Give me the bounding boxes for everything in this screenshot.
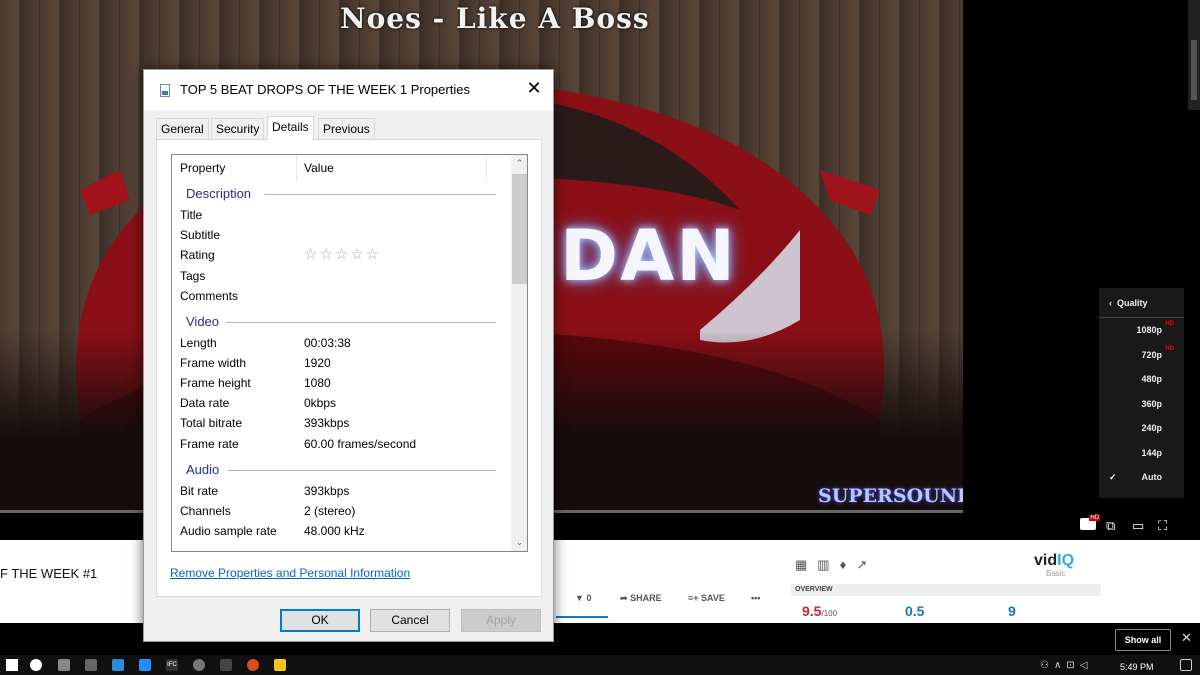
vidiq-plan: Basic (1046, 569, 1066, 578)
quality-option-auto[interactable]: ✓ Auto (1099, 465, 1184, 490)
screen: Noes - Like A Boss DAN SUPERSOUND ‹ Qual… (0, 0, 1200, 675)
video-title-text: F THE WEEK #1 (0, 566, 98, 581)
dialog-close-icon[interactable]: ✕ (524, 78, 544, 99)
property-list[interactable]: Property Value Description Title Subtitl… (171, 154, 528, 552)
notification-icon[interactable] (1180, 659, 1192, 671)
share-icon: ➦ (620, 593, 628, 603)
app-icon-2[interactable] (85, 659, 97, 671)
rating-stars-icon: ☆☆☆☆☆ (304, 246, 382, 263)
ifc-app-icon[interactable]: IFC (166, 659, 178, 671)
quality-option-480p[interactable]: 480p (1099, 367, 1184, 392)
show-all-button[interactable]: Show all (1115, 629, 1171, 651)
vidiq-logo: vidIQ (1034, 552, 1075, 569)
app-icon-4[interactable] (139, 659, 151, 671)
app-icon-3[interactable] (112, 659, 124, 671)
column-header-value[interactable]: Value (304, 161, 334, 175)
overview-header[interactable]: OVERVIEW (791, 584, 1101, 596)
section-audio: Audio (186, 462, 220, 477)
tab-details[interactable]: Details (267, 116, 314, 140)
twitter-icon[interactable]: ♦ (840, 557, 857, 572)
section-description: Description (186, 186, 252, 201)
up-arrow-icon: ∧ (1053, 660, 1067, 671)
column-header-property[interactable]: Property (180, 161, 225, 175)
miniplayer-icon[interactable]: ⧉ (1106, 518, 1115, 534)
app-icon-5[interactable] (193, 659, 205, 671)
apply-button[interactable]: Apply (461, 609, 541, 632)
property-row[interactable]: Total bitrate 393kbps (180, 416, 510, 436)
property-row[interactable]: Length 00:03:38 (180, 336, 510, 356)
vidiq-toolbar: ▦▥♦↗ (795, 557, 877, 573)
dialog-title: TOP 5 BEAT DROPS OF THE WEEK 1 Propertie… (180, 82, 470, 97)
tab-underline (556, 616, 608, 618)
network-icon: ⊡ (1066, 660, 1080, 671)
property-row-rating[interactable]: Rating ☆☆☆☆☆ (180, 246, 510, 268)
property-row[interactable]: Bit rate 393kbps (180, 484, 510, 504)
video-overlay-title: Noes - Like A Boss (340, 2, 650, 35)
more-actions-button[interactable]: ••• (751, 593, 760, 603)
property-row[interactable]: Comments (180, 289, 510, 309)
scroll-up-icon[interactable]: ⌃ (511, 155, 527, 172)
taskbar (0, 655, 1200, 675)
cortana-icon[interactable] (30, 659, 42, 671)
bar-chart-icon[interactable]: ▥ (817, 557, 839, 572)
details-panel: Property Value Description Title Subtitl… (156, 139, 542, 597)
property-row[interactable]: Tags (180, 269, 510, 289)
property-list-header: Property Value (172, 155, 512, 181)
quality-option-720p[interactable]: 720p HD (1099, 343, 1184, 368)
properties-dialog: TOP 5 BEAT DROPS OF THE WEEK 1 Propertie… (143, 69, 554, 642)
clock[interactable]: 5:49 PM (1120, 662, 1154, 672)
system-tray[interactable]: ⚇∧⊡◁ (1040, 660, 1092, 671)
chevron-left-icon: ‹ (1109, 298, 1112, 308)
check-icon: ✓ (1109, 472, 1117, 482)
dislike-button[interactable]: ▼ 0 (575, 593, 591, 603)
ok-button[interactable]: OK (280, 609, 360, 632)
thumbs-down-icon: ▼ (575, 593, 584, 603)
playlist-add-icon: ≡+ (688, 593, 699, 603)
quality-option-360p[interactable]: 360p (1099, 392, 1184, 417)
file-explorer-icon[interactable] (274, 659, 286, 671)
settings-hd-icon[interactable]: HD (1080, 515, 1100, 530)
quality-menu: ‹ Quality 1080p HD 720p HD 480p 360p 240p … (1099, 288, 1184, 498)
tab-security[interactable]: Security (211, 118, 265, 139)
watermark-logo: SUPERSOUND (818, 485, 963, 507)
app-icon-6[interactable] (220, 659, 232, 671)
chrome-icon[interactable] (247, 659, 259, 671)
property-row[interactable]: Audio sample rate 48.000 kHz (180, 524, 510, 544)
neon-overlay-text: DAN (560, 215, 737, 297)
tab-previous-versions[interactable]: Previous Versions (318, 118, 375, 156)
property-row[interactable]: Data rate 0kbps (180, 396, 510, 416)
trend-icon[interactable]: ↗ (856, 557, 877, 572)
property-row[interactable]: Title (180, 208, 510, 228)
quality-option-240p[interactable]: 240p (1099, 416, 1184, 441)
close-icon[interactable]: ✕ (1181, 630, 1192, 646)
property-row[interactable]: Frame rate 60.00 frames/second (180, 437, 510, 457)
grid-icon[interactable]: ▦ (795, 557, 817, 572)
property-row[interactable]: Channels 2 (stereo) (180, 504, 510, 524)
people-icon: ⚇ (1040, 660, 1054, 671)
start-icon[interactable] (6, 659, 18, 671)
share-button[interactable]: ➦ SHARE (620, 593, 662, 604)
theater-mode-icon[interactable]: ▭ (1132, 518, 1144, 534)
volume-icon: ◁ (1079, 660, 1093, 671)
scroll-down-icon[interactable]: ⌄ (511, 534, 527, 551)
scroll-thumb[interactable] (512, 174, 527, 284)
file-icon (160, 84, 170, 97)
tab-general[interactable]: General (156, 118, 209, 139)
page-scrollbar[interactable] (1188, 0, 1200, 110)
vidiq-metric-2: 0.5 (905, 603, 925, 619)
dialog-titlebar[interactable]: TOP 5 BEAT DROPS OF THE WEEK 1 Propertie… (144, 70, 553, 110)
cancel-button[interactable]: Cancel (370, 609, 450, 632)
save-button[interactable]: ≡+ SAVE (688, 593, 725, 603)
remove-properties-link[interactable]: Remove Properties and Personal Informati… (170, 566, 410, 580)
fullscreen-icon[interactable]: ⛶ (1158, 518, 1167, 534)
property-row[interactable]: Frame width 1920 (180, 356, 510, 376)
app-icon-1[interactable] (58, 659, 70, 671)
quality-option-144p[interactable]: 144p (1099, 441, 1184, 466)
property-list-scrollbar[interactable]: ⌃ ⌄ (511, 155, 527, 551)
vidiq-metric-3: 9 (1008, 603, 1016, 619)
section-video: Video (186, 314, 220, 329)
vidiq-score: 9.5/100 (802, 603, 838, 619)
property-row[interactable]: Frame height 1080 (180, 376, 510, 396)
